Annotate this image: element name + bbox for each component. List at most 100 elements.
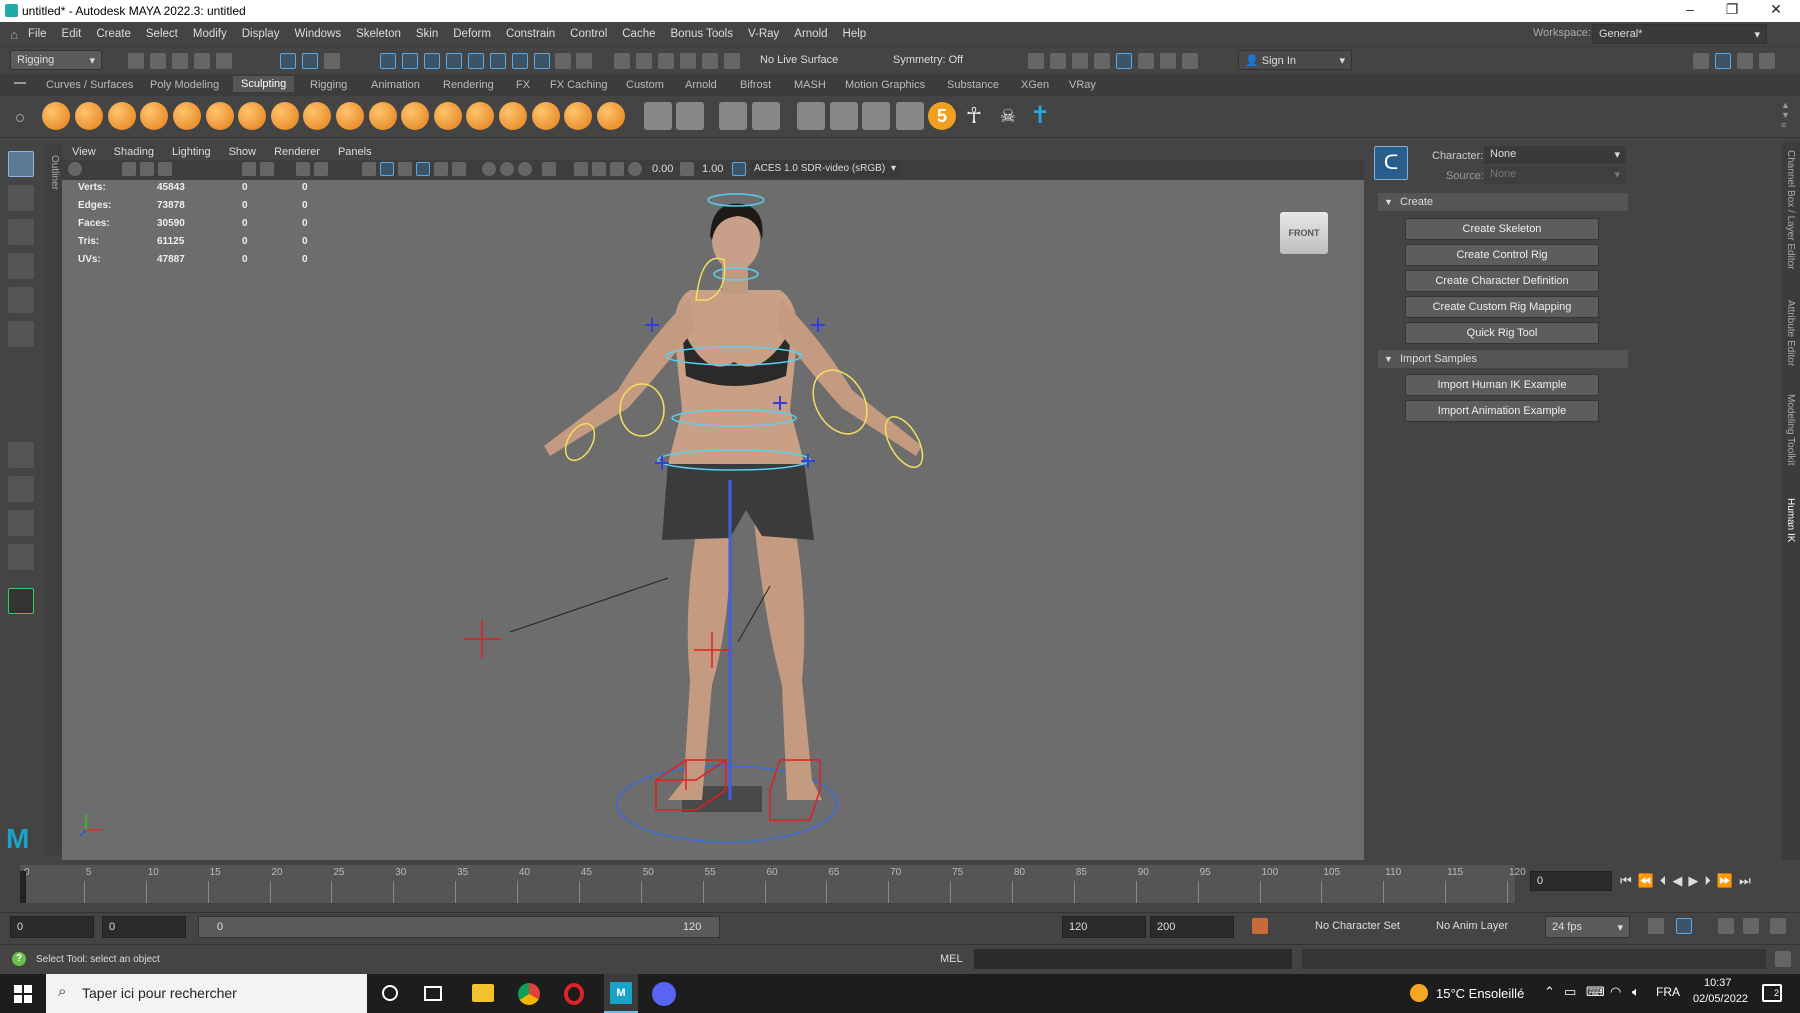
snap-vertex-icon[interactable] <box>490 53 506 69</box>
vray-render-icon[interactable] <box>1160 53 1176 69</box>
menu-arnold[interactable]: Arnold <box>794 28 827 40</box>
step-forward-key-icon[interactable]: ⏩ <box>1717 873 1733 889</box>
import-samples-section-header[interactable]: Import Samples <box>1378 350 1628 368</box>
ipr-render-icon[interactable] <box>1072 53 1088 69</box>
new-scene-icon[interactable] <box>128 53 144 69</box>
maya-taskbar-button[interactable]: M <box>604 974 638 1013</box>
skeleton-figure-icon[interactable]: ☥ <box>960 102 988 130</box>
menu-help[interactable]: Help <box>843 28 867 40</box>
import-human-ik-example-button[interactable]: Import Human IK Example <box>1405 374 1599 396</box>
sign-in-button[interactable]: 👤 Sign In ▾ <box>1238 50 1352 70</box>
gamma-icon[interactable] <box>680 162 694 176</box>
four-view-icon[interactable] <box>8 476 34 502</box>
shelf-tab-curves[interactable]: Curves / Surfaces <box>46 79 133 91</box>
home-icon[interactable]: ⌂ <box>0 27 28 42</box>
arnold-render-icon[interactable] <box>1138 53 1154 69</box>
notification-center-icon[interactable]: 2 <box>1762 984 1782 1002</box>
live-surface-label[interactable]: No Live Surface <box>760 54 838 66</box>
cached-playback-icon[interactable] <box>1676 918 1692 934</box>
close-icon[interactable]: ✕ <box>1756 1 1796 18</box>
menu-windows[interactable]: Windows <box>294 28 341 40</box>
current-frame-field[interactable]: 0 <box>1530 871 1612 891</box>
menu-modify[interactable]: Modify <box>193 28 227 40</box>
shelf-tab-rigging[interactable]: Rigging <box>310 79 347 91</box>
character-set-label[interactable]: No Character Set <box>1315 920 1400 932</box>
tab-attribute-editor[interactable]: Attribute Editor <box>1785 300 1796 366</box>
paint-select-tool-icon[interactable] <box>8 219 34 245</box>
language-indicator[interactable]: FRA <box>1656 985 1680 999</box>
select-tool-icon[interactable] <box>8 151 34 177</box>
menu-control[interactable]: Control <box>570 28 607 40</box>
snap-point-icon[interactable] <box>424 53 440 69</box>
shelf-tab-poly[interactable]: Poly Modeling <box>150 79 219 91</box>
file-explorer-icon[interactable] <box>472 984 494 1002</box>
menu-cache[interactable]: Cache <box>622 28 655 40</box>
snap-extra-icon[interactable] <box>534 53 550 69</box>
import-animation-example-button[interactable]: Import Animation Example <box>1405 400 1599 422</box>
shelf-tab-bifrost[interactable]: Bifrost <box>740 79 771 91</box>
select-component-icon[interactable] <box>324 53 340 69</box>
fill-tool-icon[interactable] <box>434 102 462 130</box>
scene-start-field[interactable]: 0 <box>10 916 94 938</box>
select-object-icon[interactable] <box>302 53 318 69</box>
output-ops-icon[interactable] <box>636 53 652 69</box>
discord-icon[interactable] <box>652 982 676 1006</box>
menu-vray[interactable]: V-Ray <box>748 28 779 40</box>
loop-icon[interactable] <box>1648 918 1664 934</box>
knife-tool-icon[interactable] <box>466 102 494 130</box>
workspace-dropdown[interactable]: General* ▾ <box>1592 24 1767 44</box>
snap-pivot-icon[interactable] <box>512 53 528 69</box>
minimize-icon[interactable]: – <box>1670 1 1710 17</box>
menu-skin[interactable]: Skin <box>416 28 438 40</box>
snap-grid-icon[interactable] <box>380 53 396 69</box>
tab-channel-box[interactable]: Channel Box / Layer Editor <box>1785 150 1796 270</box>
toggle-modeling-toolkit-icon[interactable] <box>1715 53 1731 69</box>
step-forward-frame-icon[interactable]: ⏵ <box>1704 873 1711 889</box>
task-view-icon[interactable] <box>424 986 442 1001</box>
flatten-tool-icon[interactable] <box>206 102 234 130</box>
image-plane-icon[interactable] <box>140 162 154 176</box>
undo-icon[interactable] <box>194 53 210 69</box>
create-control-rig-button[interactable]: Create Control Rig <box>1405 244 1599 266</box>
restore-icon[interactable]: ❐ <box>1712 1 1752 18</box>
script-language-label[interactable]: MEL <box>940 953 963 965</box>
anim-preferences-icon[interactable] <box>1743 918 1759 934</box>
auto-key-icon[interactable] <box>1252 918 1268 934</box>
panel-menu-show[interactable]: Show <box>229 146 257 158</box>
motion-blur-icon[interactable] <box>500 162 514 176</box>
sculpt-geometry-icon[interactable] <box>797 102 825 130</box>
panel-menu-lighting[interactable]: Lighting <box>172 146 211 158</box>
freeze-tool-icon[interactable] <box>597 102 625 130</box>
sound-icon[interactable] <box>1718 918 1734 934</box>
shelf-tab-custom[interactable]: Custom <box>626 79 664 91</box>
sculpt-tool-icon[interactable] <box>42 102 70 130</box>
blend-shape-icon[interactable] <box>752 102 780 130</box>
spray-tool-icon[interactable] <box>271 102 299 130</box>
outliner-tab[interactable]: Outliner <box>44 145 62 855</box>
pause-render-icon[interactable] <box>1182 53 1198 69</box>
menu-edit[interactable]: Edit <box>62 28 82 40</box>
shadows-icon[interactable] <box>452 162 466 176</box>
shelf-tab-arnold[interactable]: Arnold <box>685 79 717 91</box>
anti-aliasing-icon[interactable] <box>518 162 532 176</box>
tab-modeling-toolkit[interactable]: Modeling Toolkit <box>1785 394 1796 466</box>
render-globals-icon[interactable] <box>1094 53 1110 69</box>
wifi-icon[interactable]: ◠ <box>1610 984 1621 1000</box>
layer-sculpt-icon[interactable] <box>830 102 858 130</box>
smear-tool-icon[interactable] <box>499 102 527 130</box>
attribute-editor-icon[interactable] <box>1737 53 1753 69</box>
film-gate-icon[interactable] <box>158 162 172 176</box>
command-line-input[interactable] <box>974 949 1292 969</box>
grab-tool-icon[interactable] <box>140 102 168 130</box>
menu-select[interactable]: Select <box>146 28 178 40</box>
play-forwards-icon[interactable]: ▶ <box>1688 873 1698 889</box>
script-editor-icon[interactable] <box>1775 951 1791 967</box>
smooth-tool-icon[interactable] <box>75 102 103 130</box>
render-view-icon[interactable] <box>1028 53 1044 69</box>
rotate-tool-icon[interactable] <box>8 287 34 313</box>
relax-tool-icon[interactable] <box>108 102 136 130</box>
symmetry-label[interactable]: Symmetry: Off <box>893 54 963 66</box>
snap-view-icon[interactable] <box>446 53 462 69</box>
menu-constrain[interactable]: Constrain <box>506 28 555 40</box>
history-icon[interactable] <box>576 53 592 69</box>
